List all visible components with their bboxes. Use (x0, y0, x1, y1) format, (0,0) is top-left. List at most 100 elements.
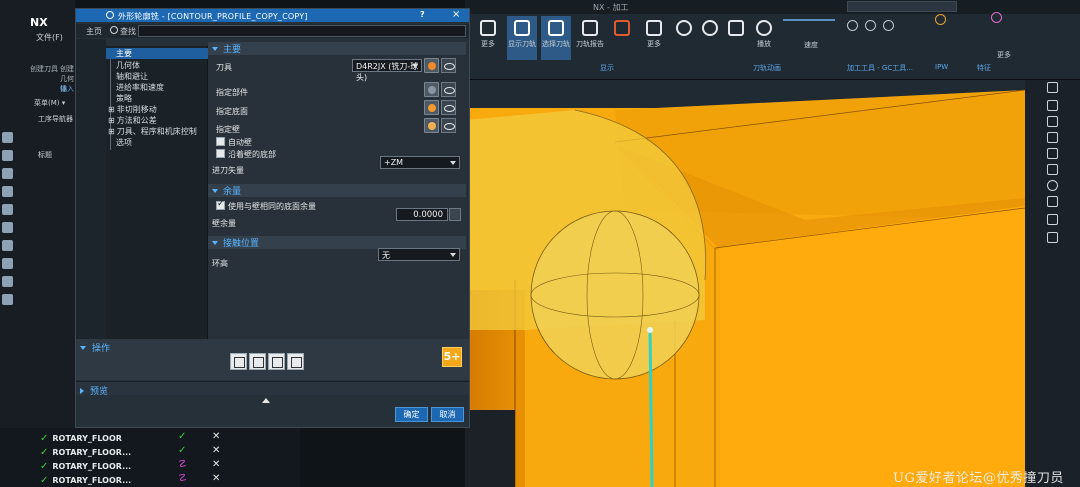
speed-slider[interactable] (783, 19, 835, 21)
rewind-button[interactable] (673, 16, 695, 60)
group-feature-label: 特征 (977, 64, 991, 72)
generate-button[interactable] (230, 353, 247, 370)
step-button[interactable] (699, 16, 721, 60)
file-menu[interactable]: 文件(F) (36, 32, 63, 43)
tree-item-feeds[interactable]: 进给率和速度 (116, 82, 164, 93)
select-toolpath-button[interactable]: 选择刀轨 (541, 16, 571, 60)
expand-icon[interactable]: ⊞ (108, 105, 115, 114)
wall-stock-input[interactable]: 0.0000 (396, 208, 448, 221)
replay-button[interactable] (249, 353, 266, 370)
machine-icon[interactable] (2, 150, 13, 161)
ipw-icon[interactable] (935, 14, 946, 25)
measure-icon[interactable] (1047, 148, 1058, 159)
menu-button[interactable]: 菜单(M) ▾ (34, 98, 65, 108)
new-tool-button[interactable] (424, 58, 439, 73)
paint-button[interactable] (609, 16, 635, 60)
tree-item-main[interactable]: 主要 (106, 48, 208, 59)
web-icon[interactable] (2, 294, 13, 305)
section-preview-header[interactable]: 预览 (80, 384, 108, 397)
graphics-viewport[interactable] (465, 80, 1025, 487)
table-row[interactable]: ✓ ROTARY_FLOOR... (40, 446, 131, 459)
verify-button[interactable] (268, 353, 285, 370)
nav-icon[interactable] (2, 132, 13, 143)
search-input[interactable] (138, 25, 466, 37)
tree-item-noncutting[interactable]: ⊞ 非切削移动 (108, 104, 157, 115)
fit-icon[interactable] (1047, 232, 1058, 243)
toolpath-report-button[interactable]: 刀轨报告 (575, 16, 605, 60)
display-part-icon[interactable] (441, 82, 456, 97)
feature-more-label[interactable]: 更多 (997, 50, 1011, 60)
expand-icon[interactable]: ⊞ (108, 116, 115, 125)
tool-icon[interactable] (2, 168, 13, 179)
display-tool-icon[interactable] (441, 58, 456, 73)
ribbon-more-button-2[interactable]: 更多 (639, 16, 669, 60)
close-button[interactable]: × (452, 9, 460, 20)
tree-item-axis[interactable]: 轴和避让 (116, 71, 148, 82)
display-wall-icon[interactable] (441, 118, 456, 133)
find-label: 查找 (120, 27, 136, 36)
help-button[interactable]: ? (420, 10, 425, 19)
visibility-icon[interactable] (1047, 82, 1058, 93)
geometry-icon[interactable] (2, 186, 13, 197)
ribbon-more-button[interactable]: 更多 (473, 16, 503, 60)
gc-tool-icon[interactable] (847, 20, 858, 31)
star-icon[interactable] (1047, 164, 1058, 175)
tab-home[interactable]: 主页 (86, 26, 102, 37)
step-back-button[interactable] (725, 16, 747, 60)
table-row[interactable]: ✓ ROTARY_FLOOR (40, 432, 122, 445)
wall-label: 指定壁 (216, 125, 240, 134)
section-main-header[interactable]: 主要 (208, 42, 466, 55)
tree-item-geometry[interactable]: 几何体 (116, 60, 140, 71)
method-icon[interactable] (2, 204, 13, 215)
speed-control[interactable]: 速度 (781, 16, 841, 60)
select-part-button[interactable] (424, 82, 439, 97)
command-finder[interactable] (847, 1, 957, 12)
select-floor-button[interactable] (424, 100, 439, 115)
tree-item-method[interactable]: ⊞ 方法和公差 (108, 115, 157, 126)
magic-icon[interactable] (1047, 116, 1058, 127)
same-floor-stock-checkbox[interactable] (216, 199, 225, 210)
history-icon[interactable] (2, 222, 13, 233)
feature-icon[interactable] (991, 12, 1002, 23)
ok-button[interactable]: 确定 (395, 407, 428, 422)
create-tool-label[interactable]: 创建刀具 (30, 64, 58, 74)
star-icon[interactable] (1047, 214, 1058, 225)
cancel-button[interactable]: 取消 (431, 407, 464, 422)
select-wall-button[interactable] (424, 118, 439, 133)
move-icon[interactable] (1047, 196, 1058, 207)
play-button[interactable]: 播放 (751, 16, 777, 60)
expand-icon[interactable]: ⊞ (108, 127, 115, 136)
brush-tool-icon[interactable] (1047, 100, 1058, 111)
collapse-icon (212, 240, 218, 245)
lock-icon[interactable] (449, 208, 461, 221)
tool-axis-select[interactable]: +ZM (380, 156, 460, 169)
help-icon[interactable] (1047, 180, 1058, 191)
navigator-title: 工序导航器 (38, 115, 73, 123)
tree-item-tool-program[interactable]: ⊞ 刀具、程序和机床控制 (108, 126, 197, 137)
display-floor-icon[interactable] (441, 100, 456, 115)
ring-height-select[interactable]: 无 (378, 248, 460, 261)
part-icon[interactable] (2, 240, 13, 251)
show-toolpath-button[interactable]: 显示刀轨 (507, 16, 537, 60)
follow-floor-checkbox[interactable] (216, 149, 225, 158)
section-stock-header[interactable]: 余量 (208, 184, 466, 197)
dynamic-icon[interactable] (1047, 132, 1058, 143)
tree-item-strategy[interactable]: 策略 (116, 93, 132, 104)
tree-item-options[interactable]: 选项 (116, 137, 132, 148)
step-icon (702, 20, 718, 36)
gc-tool-icon[interactable] (865, 20, 876, 31)
table-row[interactable]: ✓ ROTARY_FLOOR... (40, 474, 131, 487)
tool-select[interactable]: D4R2JX (铣刀-球头) (352, 59, 422, 82)
section-operations-header[interactable]: 操作 (80, 341, 110, 354)
generate-highlight-button[interactable]: 5+ (442, 347, 462, 367)
reuse-icon[interactable] (2, 258, 13, 269)
gc-tool-icon[interactable] (883, 20, 894, 31)
follow-floor-label: 沿着壁的底部 (228, 150, 276, 159)
preview-section[interactable]: 预览 (76, 381, 469, 397)
list-button[interactable] (287, 353, 304, 370)
auto-wall-checkbox[interactable] (216, 137, 225, 146)
table-row[interactable]: ✓ ROTARY_FLOOR... (40, 460, 131, 473)
roles-icon[interactable] (2, 276, 13, 287)
collapse-dialog-icon[interactable] (262, 398, 270, 403)
dialog-titlebar[interactable]: 外形轮廓铣 - [CONTOUR_PROFILE_COPY_COPY] ? × (76, 9, 469, 22)
